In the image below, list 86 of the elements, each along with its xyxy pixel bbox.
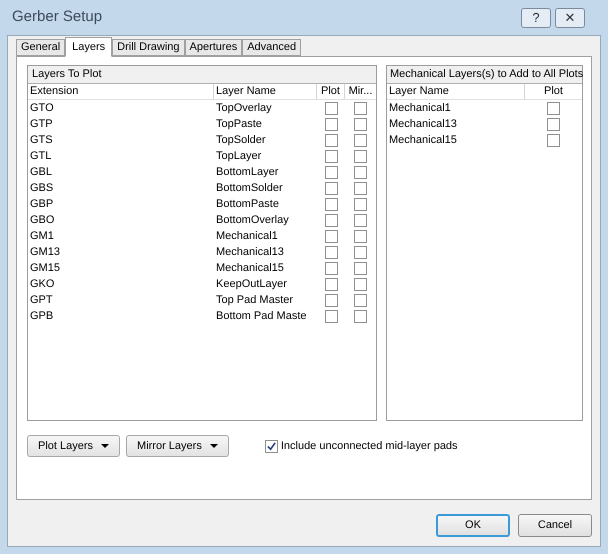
ok-button[interactable]: OK [436,514,510,536]
checkbox[interactable] [354,182,367,194]
checkbox[interactable] [324,198,338,210]
checkbox[interactable] [324,214,338,226]
checkbox[interactable] [354,102,367,114]
close-button[interactable]: ✕ [555,8,585,28]
column-header[interactable]: Plot [525,84,582,99]
checkbox[interactable] [354,262,367,274]
group-title: Layers To Plot [28,66,376,84]
table-cell-text: Top Pad Master [215,292,294,308]
dropdown-button[interactable]: Mirror Layers [126,435,229,457]
checkbox[interactable] [547,134,560,146]
checkbox[interactable] [354,134,367,146]
dropdown-button[interactable]: Plot Layers [27,435,120,457]
table-cell-text: BottomSolder [215,180,284,196]
checkbox[interactable] [354,230,367,242]
table-cell-text: TopOverlay [215,100,273,116]
table-cell-text: GTS [29,132,54,148]
group-title: Mechanical Layers(s) to Add to All Plots [387,66,582,84]
column-header[interactable]: Layer Name [214,84,317,99]
table-cell-text: GM13 [29,244,61,260]
table-cell-text: GBP [29,196,54,212]
checkbox[interactable] [354,310,367,322]
table-cell-text: GPT [29,292,54,308]
table-cell-text: GKO [29,276,56,292]
tab[interactable]: Apertures [184,39,242,56]
table-cell-text: KeepOutLayer [215,276,288,292]
checkbox[interactable] [324,278,338,290]
table-cell-text: GBL [29,164,54,180]
checkbox[interactable] [264,440,278,452]
table-cell-text: BottomLayer [215,164,280,180]
checkbox[interactable] [354,278,367,290]
table-cell-text: GBS [29,180,54,196]
checkbox[interactable] [354,166,367,178]
table-cell-text: GTO [29,100,55,116]
column-header[interactable]: Layer Name [387,84,525,99]
table-cell-text: GTP [29,116,54,132]
window-title: Gerber Setup [12,7,102,28]
checkbox[interactable] [324,230,338,242]
table-cell-text: TopLayer [215,148,262,164]
checkbox[interactable] [324,150,338,162]
checkbox[interactable] [324,246,338,258]
table-cell-text: Mechanical15 [215,260,285,276]
checkbox[interactable] [354,118,367,130]
table-cell-text: Bottom Pad Maste [215,308,308,324]
checkbox[interactable] [354,150,367,162]
table-cell-text: Mechanical13 [215,244,285,260]
tab[interactable]: Drill Drawing [112,39,185,56]
table-cell-text: TopPaste [215,116,263,132]
checkbox-label[interactable]: Include unconnected mid-layer pads [280,438,458,454]
checkbox[interactable] [324,262,338,274]
caret-icon [210,444,218,448]
checkbox[interactable] [324,134,338,146]
table-cell-text: GM15 [29,260,61,276]
tab[interactable]: Advanced [242,39,302,56]
table-cell-text: BottomPaste [215,196,280,212]
checkbox[interactable] [324,118,338,130]
table-cell-text: Mechanical1 [388,100,452,116]
column-header[interactable]: Mir... [345,84,376,99]
checkbox[interactable] [547,102,560,114]
checkbox[interactable] [324,182,338,194]
table-cell-text: GTL [29,148,52,164]
table-cell-text: GBO [29,212,56,228]
checkbox[interactable] [324,310,338,322]
table-cell-text: BottomOverlay [215,212,290,228]
checkbox[interactable] [354,246,367,258]
checkbox[interactable] [547,118,560,130]
column-header[interactable]: Extension [28,84,214,99]
checkbox[interactable] [324,294,338,306]
tab[interactable]: Layers [65,37,112,57]
table-cell-text: GM1 [29,228,55,244]
table-cell-text: Mechanical15 [388,132,458,148]
checkbox[interactable] [324,166,338,178]
tab[interactable]: General [16,39,66,56]
help-button[interactable]: ? [521,8,551,28]
column-header[interactable]: Plot [317,84,345,99]
table-cell-text: Mechanical13 [388,116,458,132]
checkbox[interactable] [354,214,367,226]
cancel-button[interactable]: Cancel [518,514,592,536]
checkbox[interactable] [324,102,338,114]
table-cell-text: GPB [29,308,54,324]
checkbox[interactable] [354,294,367,306]
table-cell-text: TopSolder [215,132,267,148]
caret-icon [101,444,110,448]
table-cell-text: Mechanical1 [215,228,279,244]
checkbox[interactable] [354,198,367,210]
